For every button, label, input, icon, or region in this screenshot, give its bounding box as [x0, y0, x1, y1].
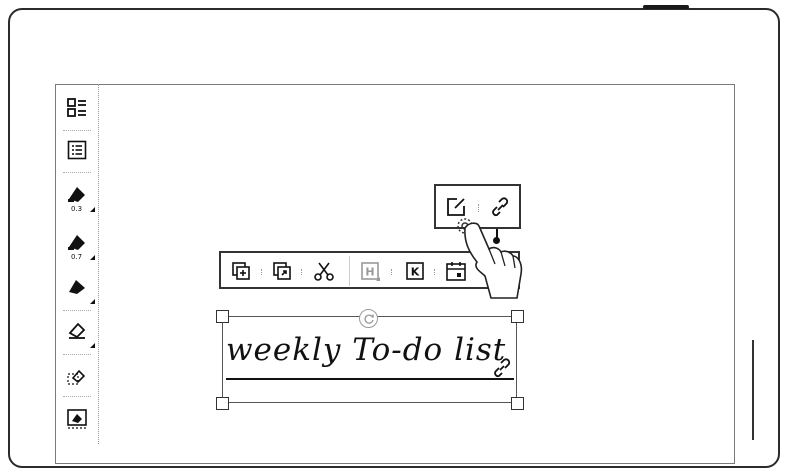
- pen-icon[interactable]: 0.3: [61, 178, 95, 213]
- lasso-eraser-icon[interactable]: [61, 360, 93, 392]
- resize-handle[interactable]: [216, 397, 229, 410]
- resize-handle[interactable]: [216, 310, 229, 323]
- handwritten-underline: [226, 378, 514, 380]
- link-badge-icon[interactable]: [490, 356, 514, 380]
- handwritten-text: weekly To-do list: [226, 332, 507, 368]
- tap-gesture-hand-icon: [455, 212, 525, 304]
- area-eraser-icon[interactable]: [61, 402, 93, 434]
- cut-icon[interactable]: [311, 258, 337, 284]
- side-toolbar: 0.3 0.7: [55, 84, 99, 444]
- keyword-label: K: [411, 266, 420, 279]
- paste-icon[interactable]: [269, 258, 295, 284]
- scrollbar[interactable]: [752, 340, 754, 440]
- copy-icon[interactable]: [228, 258, 254, 284]
- pen-size-label: 0.7: [71, 253, 83, 261]
- pen-size-label: 0.3: [71, 205, 83, 213]
- pen-icon[interactable]: 0.7: [61, 226, 95, 261]
- heading-icon[interactable]: H: [357, 258, 383, 284]
- marker-icon[interactable]: [61, 270, 95, 304]
- power-button: [643, 5, 689, 9]
- heading-label: H: [365, 266, 374, 279]
- eraser-icon[interactable]: [61, 314, 95, 348]
- resize-handle[interactable]: [511, 397, 524, 410]
- layout-icon[interactable]: [61, 92, 93, 124]
- resize-handle[interactable]: [511, 310, 524, 323]
- rotate-handle[interactable]: [359, 309, 378, 328]
- list-icon[interactable]: [61, 134, 93, 166]
- keyword-icon[interactable]: K: [402, 258, 428, 284]
